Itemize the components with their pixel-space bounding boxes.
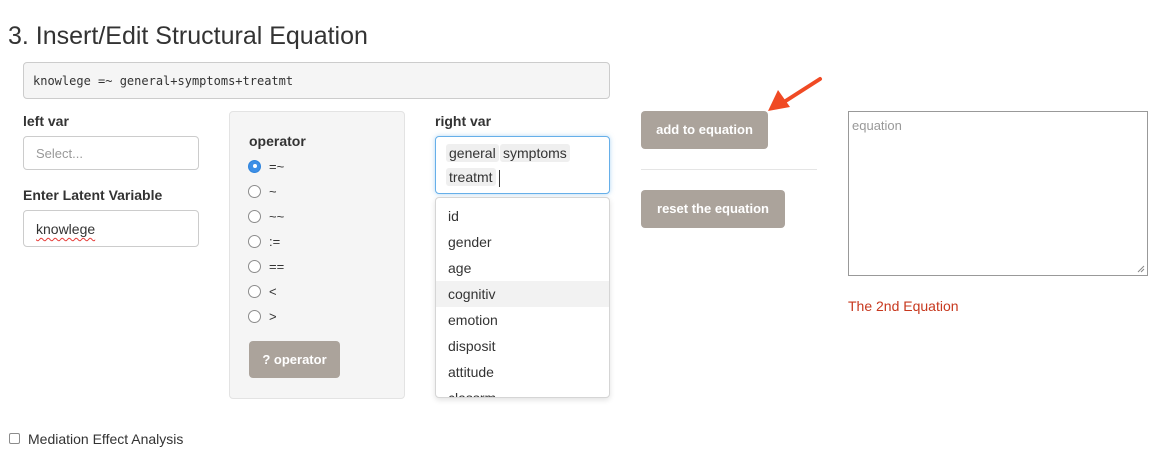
radio-icon[interactable]	[248, 209, 261, 223]
equation-preview: knowlege =~ general+symptoms+treatmt	[23, 62, 610, 99]
section-title: 3. Insert/Edit Structural Equation	[8, 22, 368, 50]
dropdown-option[interactable]: age	[436, 255, 609, 281]
add-to-equation-button[interactable]: add to equation	[641, 111, 768, 149]
right-var-dropdown[interactable]: id gender age cognitiv emotion disposit …	[435, 197, 610, 398]
left-var-select[interactable]: Select...	[23, 136, 199, 170]
radio-icon[interactable]	[248, 284, 261, 298]
arrow-annotation-icon	[768, 77, 822, 111]
operator-help-button[interactable]: ? operator	[249, 341, 340, 378]
operator-option-greater[interactable]: >	[248, 306, 277, 326]
operator-label: operator	[249, 133, 306, 149]
resize-handle-icon[interactable]	[1137, 265, 1145, 273]
operator-option-label: ~	[269, 183, 277, 199]
dropdown-option[interactable]: id	[436, 203, 609, 229]
operator-option-double-tilde[interactable]: ~~	[248, 206, 284, 226]
operator-option-less[interactable]: <	[248, 281, 277, 301]
operator-option-define[interactable]: :=	[248, 231, 280, 251]
operator-option-tilde[interactable]: ~	[248, 181, 277, 201]
mediation-label[interactable]: Mediation Effect Analysis	[28, 431, 183, 447]
divider	[641, 169, 817, 170]
radio-icon[interactable]	[248, 234, 261, 248]
radio-icon[interactable]	[248, 259, 261, 273]
radio-checked-icon[interactable]	[248, 159, 261, 173]
tag-symptoms[interactable]: symptoms	[500, 144, 570, 162]
reset-equation-button[interactable]: reset the equation	[641, 190, 785, 228]
radio-icon[interactable]	[248, 184, 261, 198]
dropdown-option-highlighted[interactable]: cognitiv	[436, 281, 609, 307]
left-var-placeholder: Select...	[36, 146, 83, 161]
equation-placeholder: equation	[852, 118, 902, 133]
right-var-label: right var	[435, 113, 492, 129]
latent-variable-label: Enter Latent Variable	[23, 187, 163, 203]
operator-option-label: ==	[269, 258, 285, 274]
operator-option-label: :=	[269, 233, 281, 249]
operator-option-label: =~	[269, 158, 285, 174]
dropdown-option[interactable]: attitude	[436, 359, 609, 385]
latent-variable-value: knowlege	[36, 221, 96, 237]
equation-status-text: The 2nd Equation	[848, 298, 959, 314]
tag-general[interactable]: general	[446, 144, 499, 162]
right-var-multiselect[interactable]: general symptoms treatmt	[435, 136, 610, 194]
text-cursor	[499, 170, 500, 187]
dropdown-option[interactable]: classrm	[436, 385, 609, 397]
dropdown-option[interactable]: gender	[436, 229, 609, 255]
dropdown-option[interactable]: disposit	[436, 333, 609, 359]
mediation-checkbox[interactable]	[9, 433, 20, 444]
operator-option-eqtilde[interactable]: =~	[248, 156, 284, 176]
dropdown-option[interactable]: emotion	[436, 307, 609, 333]
tag-treatmt[interactable]: treatmt	[446, 168, 496, 186]
operator-option-equal[interactable]: ==	[248, 256, 284, 276]
latent-variable-input[interactable]: knowlege	[23, 210, 199, 247]
operator-option-label: ~~	[269, 208, 285, 224]
radio-icon[interactable]	[248, 309, 261, 323]
operator-option-label: <	[269, 283, 277, 299]
equation-textarea[interactable]: equation	[848, 111, 1148, 276]
operator-option-label: >	[269, 308, 277, 324]
left-var-label: left var	[23, 113, 69, 129]
